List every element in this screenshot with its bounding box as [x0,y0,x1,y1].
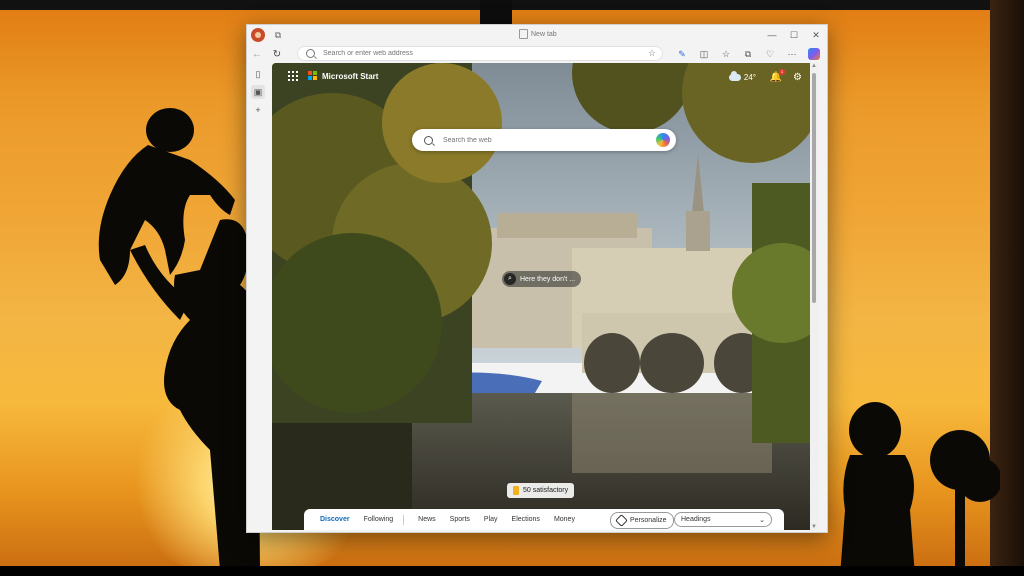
more-menu-icon[interactable]: ⋯ [781,45,803,63]
web-search-box[interactable] [412,129,676,151]
profile-avatar-icon[interactable] [251,28,265,42]
page-settings-gear-icon[interactable]: ⚙ [793,72,802,83]
search-icon [424,135,433,145]
address-bar[interactable]: ☆ [297,46,663,61]
scroll-up-icon[interactable]: ▲ [810,63,818,69]
image-info-pill[interactable]: ⌕ Here they don't ... [502,271,582,287]
parent-child-silhouette [98,108,260,570]
tab-news[interactable]: News [418,516,436,523]
favorites-icon[interactable]: ☆ [715,45,737,63]
taskbar-strip [0,566,1024,576]
toolbar-actions: ✎ ◫ ☆ ⧉ ♡ ⋯ [671,45,825,63]
refresh-icon[interactable]: ↻ [267,45,287,63]
notification-badge: 1 [779,69,785,75]
favorite-star-icon[interactable]: ☆ [648,48,656,59]
layout-select[interactable]: Headings ⌄ [674,512,772,527]
copilot-icon[interactable] [808,48,820,60]
close-icon[interactable]: ✕ [805,25,827,45]
web-search-input[interactable] [441,135,645,145]
image-caption: Here they don't ... [520,275,576,283]
page-icon [519,29,528,39]
vertical-tab-sidebar: ▯ ▣ + [247,63,269,532]
cloud-sun-icon [728,71,741,81]
child-silhouette [840,402,915,576]
tab-following[interactable]: Following [364,516,394,523]
weather-widget[interactable]: 24° [728,71,756,82]
new-tab-page: Microsoft Start 24° 🔔 1 ⚙ ⌕ Here they do… [272,63,818,530]
collections-icon[interactable]: ⧉ [737,45,759,63]
window-controls: — ☐ ✕ [761,25,827,45]
scroll-down-icon[interactable]: ▼ [810,524,818,530]
wallpaper-divider [480,0,512,24]
sidebar-toggle-icon[interactable]: ▯ [251,67,265,81]
game-icon [513,486,519,495]
active-tab[interactable]: New tab [519,29,557,39]
tab-separator [403,514,405,525]
tree-silhouette [930,430,1000,576]
scrollbar-thumb[interactable] [812,73,816,303]
wallpaper-top-band [0,0,1024,10]
new-tab-page-icon[interactable]: ▣ [251,85,265,99]
tab-sports[interactable]: Sports [450,516,470,523]
browser-window: ⧉ New tab — ☐ ✕ ← ↻ ☆ ✎ ◫ ☆ ⧉ ♡ ⋯ ▯ [246,24,828,533]
split-screen-icon[interactable]: ◫ [693,45,715,63]
promo-label: 50 satisfactory [523,487,569,494]
add-tab-icon[interactable]: + [251,103,265,117]
minimize-icon[interactable]: — [761,25,783,45]
weather-temperature: 24° [743,73,756,82]
microsoft-start-logo[interactable]: Microsoft Start [308,71,378,81]
address-input[interactable] [321,49,625,58]
layout-select-value: Headings [681,516,711,523]
page-scrollbar[interactable]: ▲ ▼ [810,63,818,530]
title-bar: ⧉ New tab — ☐ ✕ [247,25,827,45]
search-icon [306,49,315,58]
maximize-icon[interactable]: ☐ [783,25,805,45]
copilot-search-icon[interactable] [656,133,670,147]
feed-navigation-bar: Discover Following News Sports Play Elec… [304,509,784,530]
chevron-down-icon: ⌄ [759,516,765,524]
tab-play[interactable]: Play [484,516,498,523]
tab-discover[interactable]: Discover [320,516,350,523]
back-icon[interactable]: ← [247,45,267,63]
microsoft-logo-icon [308,71,318,81]
brand-name: Microsoft Start [322,71,379,81]
draw-icon[interactable]: ✎ [671,45,693,63]
tab-elections[interactable]: Elections [512,516,540,523]
personalize-label: Personalize [630,517,667,524]
personalize-button[interactable]: Personalize [610,512,674,529]
browser-essentials-icon[interactable]: ♡ [759,45,781,63]
promo-chip[interactable]: 50 satisfactory [507,483,575,498]
tab-actions-icon[interactable]: ⧉ [271,28,285,42]
app-launcher-icon[interactable] [288,71,298,81]
tab-title: New tab [531,30,557,38]
personalize-icon [615,514,628,527]
tab-money[interactable]: Money [554,516,575,523]
visual-search-icon: ⌕ [504,273,516,285]
navigation-toolbar: ← ↻ ☆ ✎ ◫ ☆ ⧉ ♡ ⋯ [247,45,827,63]
ms-start-header: Microsoft Start [288,71,378,81]
